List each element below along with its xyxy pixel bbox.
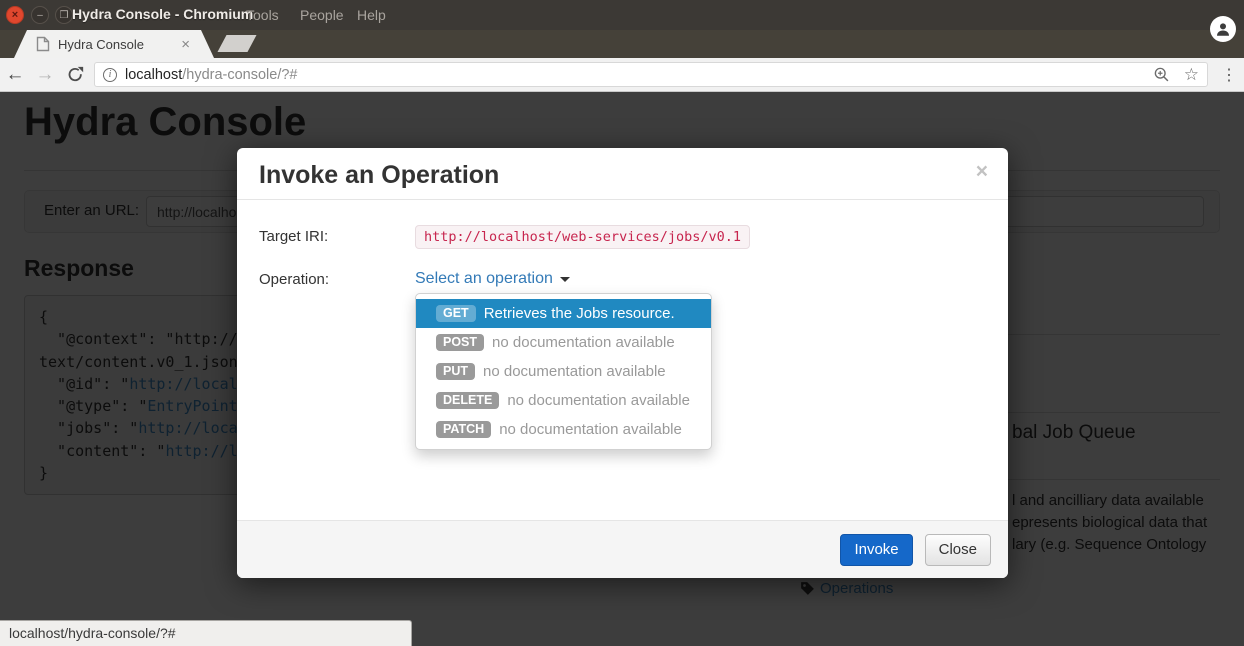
page-content: Hydra Console Enter an URL: Response { "… [0,92,1244,646]
window-minimize-button[interactable]: – [31,6,49,24]
browser-window: × – ❒ Hydra Console - Chromium Tools Peo… [0,0,1244,646]
tab-title: Hydra Console [58,37,179,52]
operation-option-post[interactable]: POST no documentation available [416,328,711,357]
operation-doc: no documentation available [483,363,666,380]
operation-option-get[interactable]: GET Retrieves the Jobs resource. [416,299,711,328]
method-badge: PATCH [436,421,491,438]
operation-doc: no documentation available [499,421,682,438]
dialog-footer: Invoke Close [237,520,1008,578]
target-iri-value: http://localhost/web-services/jobs/v0.1 [415,225,750,249]
bookmark-star-icon[interactable]: ☆ [1184,65,1199,85]
operation-label: Operation: [259,271,329,288]
operation-doc: Retrieves the Jobs resource. [484,305,675,322]
tab-close-icon[interactable]: × [179,37,192,52]
page-info-icon[interactable]: i [103,68,117,82]
close-button[interactable]: Close [925,534,991,566]
method-badge: PUT [436,363,475,380]
address-bar[interactable]: i localhost /hydra-console/?# ☆ [94,62,1208,87]
dialog-close-icon[interactable]: × [976,160,988,184]
tab-hydra-console[interactable]: Hydra Console × [14,30,214,58]
zoom-icon[interactable] [1153,66,1170,83]
operation-option-put[interactable]: PUT no documentation available [416,357,711,386]
profile-avatar-icon[interactable] [1210,16,1236,42]
method-badge: GET [436,305,476,322]
invoke-button[interactable]: Invoke [840,534,912,566]
method-badge: DELETE [436,392,499,409]
target-iri-label: Target IRI: [259,228,328,245]
operation-doc: no documentation available [492,334,675,351]
url-host: localhost [125,67,182,83]
menu-people[interactable]: People [300,7,344,23]
status-bar: localhost/hydra-console/?# [0,620,412,646]
forward-button-icon[interactable]: → [30,65,60,84]
dialog-title: Invoke an Operation [259,161,499,190]
new-tab-button[interactable] [217,35,256,52]
invoke-operation-dialog: Invoke an Operation × Target IRI: http:/… [237,148,1008,578]
window-titlebar: × – ❒ Hydra Console - Chromium Tools Peo… [0,0,1244,30]
reload-button-icon[interactable] [60,66,90,83]
operation-select-toggle[interactable]: Select an operation [415,270,570,288]
window-title: Hydra Console - Chromium [72,6,253,22]
window-close-button[interactable]: × [6,6,24,24]
tab-strip: Hydra Console × [0,30,1244,58]
dialog-header: Invoke an Operation × [237,148,1008,200]
menu-tools[interactable]: Tools [246,7,279,23]
operation-option-delete[interactable]: DELETE no documentation available [416,386,711,415]
operation-doc: no documentation available [507,392,690,409]
menu-help[interactable]: Help [357,7,386,23]
method-badge: POST [436,334,484,351]
window-maximize-button[interactable]: ❒ [55,6,73,24]
url-path: /hydra-console/?# [182,67,297,83]
operation-dropdown: GET Retrieves the Jobs resource. POST no… [415,293,712,450]
browser-toolbar: ← → i localhost /hydra-console/?# ☆ ⋮ [0,58,1244,92]
back-button-icon[interactable]: ← [0,65,30,84]
chevron-down-icon [560,277,570,282]
browser-menu-icon[interactable]: ⋮ [1214,65,1244,85]
page-favicon-icon [36,36,50,52]
operation-option-patch[interactable]: PATCH no documentation available [416,415,711,444]
dialog-body: Target IRI: http://localhost/web-service… [237,200,1008,520]
